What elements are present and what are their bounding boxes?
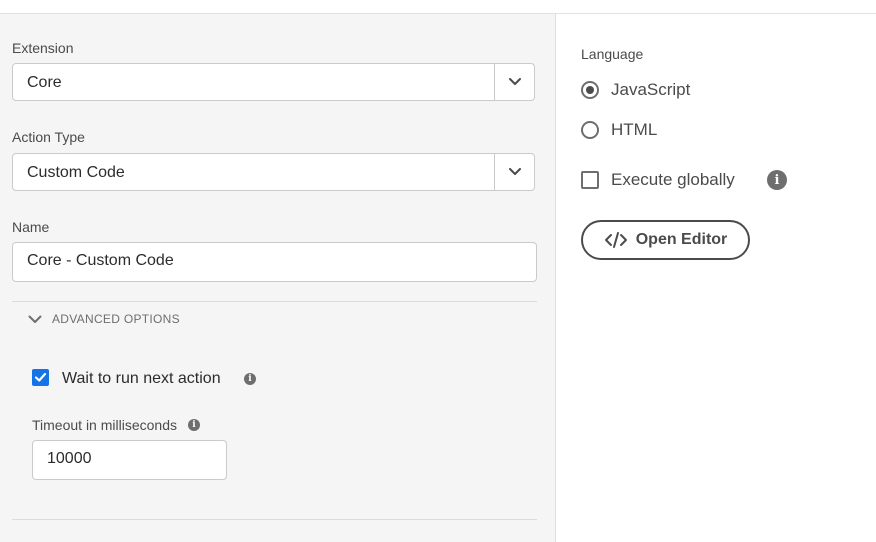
chevron-down-icon [508,78,521,85]
radio-html-label: HTML [611,120,658,139]
section-divider [12,301,537,302]
bottom-divider [12,519,537,520]
open-editor-label: Open Editor [635,231,728,248]
action-type-dropdown-button[interactable] [494,154,534,190]
open-editor-button[interactable]: Open Editor [581,220,750,260]
info-icon[interactable]: i [244,373,256,385]
right-panel [556,14,876,542]
language-label: Language [581,46,644,62]
top-bar [0,0,876,14]
timeout-input[interactable]: 10000 [32,440,227,480]
checkmark-icon [34,372,47,382]
chevron-down-icon [28,315,42,323]
action-type-value: Custom Code [27,164,125,181]
extension-label: Extension [12,40,74,56]
radio-html[interactable] [581,121,599,139]
radio-javascript[interactable] [581,81,599,99]
extension-dropdown-button[interactable] [494,64,534,100]
action-type-label: Action Type [12,129,85,145]
wait-label: Wait to run next action [62,370,221,387]
name-label: Name [12,219,50,235]
chevron-down-icon [508,168,521,175]
radio-javascript-label: JavaScript [611,80,691,99]
info-icon[interactable]: i [188,419,200,431]
timeout-label: Timeout in milliseconds [32,417,177,433]
name-input[interactable]: Core - Custom Code [12,242,537,282]
extension-select[interactable]: Core [12,63,535,101]
advanced-options-toggle[interactable]: ADVANCED OPTIONS [28,312,180,326]
advanced-options-label: ADVANCED OPTIONS [52,312,180,326]
wait-checkbox[interactable] [32,369,49,386]
execute-globally-checkbox[interactable] [581,171,599,189]
code-icon [604,232,627,248]
extension-value: Core [27,74,62,91]
execute-globally-label: Execute globally [611,170,735,189]
info-icon[interactable]: i [767,170,787,190]
action-type-select[interactable]: Custom Code [12,153,535,191]
